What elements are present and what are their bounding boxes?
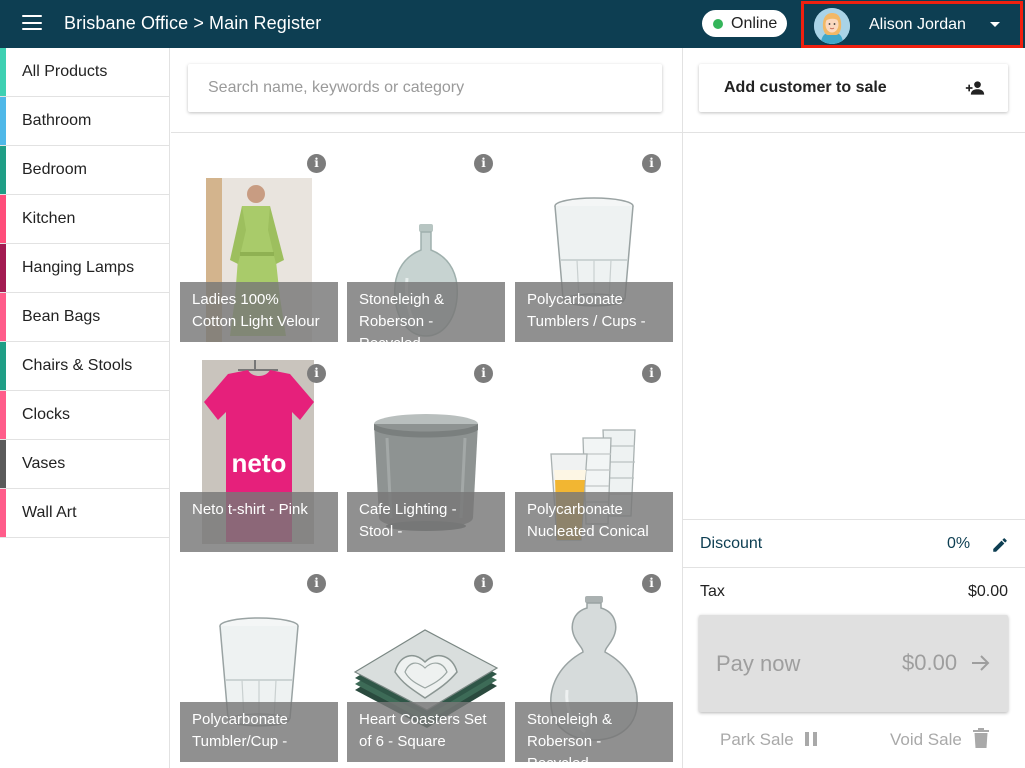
product-tile[interactable]: Cafe Lighting - Stool - i: [347, 358, 505, 552]
pay-now-button[interactable]: Pay now $0.00: [699, 615, 1008, 712]
category-color-bar: [0, 342, 6, 390]
sidebar-item-kitchen[interactable]: Kitchen: [0, 195, 169, 244]
product-tile[interactable]: Polycarbonate Nucleated Conical i: [515, 358, 673, 552]
product-name: Cafe Lighting - Stool -: [347, 492, 505, 552]
arrow-right-icon: [972, 655, 990, 671]
product-tile[interactable]: neto Neto t-shirt - Pink i: [180, 358, 338, 552]
info-icon[interactable]: i: [642, 364, 661, 383]
status-label: Online: [731, 15, 778, 32]
search-bar: [171, 48, 682, 133]
product-tile[interactable]: Polycarbonate Tumblers / Cups - i: [515, 148, 673, 342]
category-sidebar: All Products Bathroom Bedroom Kitchen Hangin…: [0, 48, 170, 768]
sidebar-item-label: All Products: [22, 63, 108, 80]
sale-panel: Add customer to sale Discount 0% Tax $0.…: [682, 48, 1025, 768]
pay-amount: $0.00: [902, 650, 958, 675]
sidebar-item-vases[interactable]: Vases: [0, 440, 169, 489]
category-color-bar: [0, 440, 6, 488]
sidebar-item-chairs-stools[interactable]: Chairs & Stools: [0, 342, 169, 391]
product-name: Polycarbonate Tumbler/Cup -: [180, 702, 338, 762]
category-color-bar: [0, 195, 6, 243]
info-icon[interactable]: i: [307, 574, 326, 593]
info-icon[interactable]: i: [307, 154, 326, 173]
discount-label: Discount: [700, 535, 763, 552]
pencil-icon[interactable]: [991, 536, 1009, 554]
top-bar: Brisbane Office > Main Register Online A…: [0, 0, 1025, 48]
product-tile[interactable]: Ladies 100% Cotton Light Velour i: [180, 148, 338, 342]
product-tile[interactable]: Stoneleigh & Roberson - Recycled i: [515, 568, 673, 762]
sidebar-item-bedroom[interactable]: Bedroom: [0, 146, 169, 195]
info-icon[interactable]: i: [474, 574, 493, 593]
pause-icon[interactable]: [804, 731, 818, 747]
sidebar-item-label: Bedroom: [22, 161, 87, 178]
status-dot-icon: [713, 19, 723, 29]
avatar: [814, 8, 850, 44]
category-color-bar: [0, 293, 6, 341]
info-icon[interactable]: i: [474, 154, 493, 173]
sidebar-item-label: Chairs & Stools: [22, 357, 133, 374]
info-icon[interactable]: i: [642, 574, 661, 593]
sidebar-item-label: Wall Art: [22, 504, 77, 521]
category-color-bar: [0, 146, 6, 194]
info-icon[interactable]: i: [307, 364, 326, 383]
add-person-icon: [965, 81, 985, 95]
add-customer-button[interactable]: Add customer to sale: [699, 64, 1008, 112]
add-customer-label: Add customer to sale: [724, 79, 887, 96]
info-icon[interactable]: i: [474, 364, 493, 383]
search-input[interactable]: [188, 64, 662, 112]
pay-now-label: Pay now: [716, 651, 801, 676]
product-grid: Ladies 100% Cotton Light Velour i Stonelei…: [171, 134, 682, 768]
user-menu[interactable]: Alison Jordan: [801, 1, 1023, 48]
discount-row[interactable]: Discount 0%: [683, 519, 1025, 568]
breadcrumb: Brisbane Office > Main Register: [64, 13, 322, 33]
sidebar-item-bathroom[interactable]: Bathroom: [0, 97, 169, 146]
trash-icon[interactable]: [973, 728, 989, 748]
tax-value: $0.00: [968, 583, 1009, 600]
park-sale-button[interactable]: Park Sale: [720, 730, 794, 750]
customer-section: Add customer to sale: [683, 48, 1025, 133]
sidebar-item-label: Bean Bags: [22, 308, 101, 325]
product-name: Heart Coasters Set of 6 - Square: [347, 702, 505, 762]
product-name: Ladies 100% Cotton Light Velour: [180, 282, 338, 342]
product-name: Stoneleigh & Roberson - Recycled: [347, 282, 505, 342]
menu-icon[interactable]: [22, 15, 42, 33]
user-name: Alison Jordan: [869, 16, 966, 33]
sidebar-item-all-products[interactable]: All Products: [0, 48, 169, 97]
category-color-bar: [0, 391, 6, 439]
category-color-bar: [0, 97, 6, 145]
sidebar-item-label: Vases: [22, 455, 66, 472]
sidebar-item-label: Bathroom: [22, 112, 92, 129]
sidebar-item-label: Clocks: [22, 406, 71, 423]
category-color-bar: [0, 244, 6, 292]
product-name: Neto t-shirt - Pink: [180, 492, 338, 552]
sidebar-item-label: Kitchen: [22, 210, 76, 227]
product-name: Stoneleigh & Roberson - Recycled: [515, 702, 673, 762]
category-color-bar: [0, 48, 6, 96]
product-tile[interactable]: Stoneleigh & Roberson - Recycled i: [347, 148, 505, 342]
product-tile[interactable]: Heart Coasters Set of 6 - Square i: [347, 568, 505, 762]
void-sale-button[interactable]: Void Sale: [890, 730, 962, 750]
sidebar-item-hanging-lamps[interactable]: Hanging Lamps: [0, 244, 169, 293]
sidebar-item-wall-art[interactable]: Wall Art: [0, 489, 169, 538]
tax-label: Tax: [700, 583, 725, 600]
product-name: Polycarbonate Nucleated Conical: [515, 492, 673, 552]
product-tile[interactable]: Polycarbonate Tumbler/Cup - i: [180, 568, 338, 762]
tshirt-logo: neto: [232, 448, 287, 478]
chevron-down-icon: [990, 22, 1000, 27]
discount-value: 0%: [947, 535, 971, 552]
sidebar-item-clocks[interactable]: Clocks: [0, 391, 169, 440]
sidebar-item-bean-bags[interactable]: Bean Bags: [0, 293, 169, 342]
category-color-bar: [0, 489, 6, 537]
sidebar-item-label: Hanging Lamps: [22, 259, 135, 276]
product-name: Polycarbonate Tumblers / Cups -: [515, 282, 673, 342]
status-badge: Online: [702, 10, 787, 37]
info-icon[interactable]: i: [642, 154, 661, 173]
